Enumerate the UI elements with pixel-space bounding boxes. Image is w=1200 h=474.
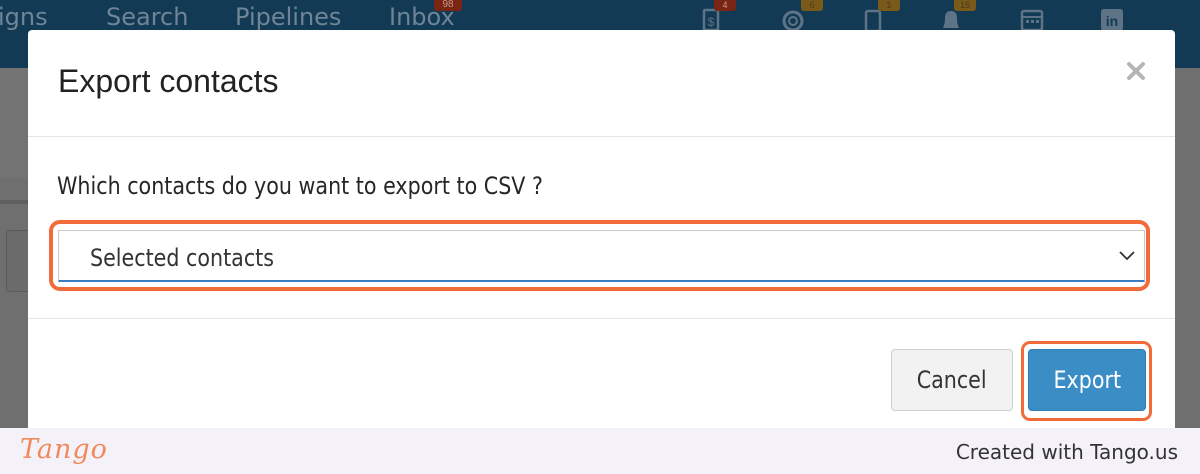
background-divider <box>0 200 28 204</box>
cancel-button[interactable]: Cancel <box>891 349 1013 411</box>
background-right-panel <box>1175 68 1200 428</box>
nav-link-campaigns[interactable]: igns <box>0 2 48 32</box>
dialog-body: Which contacts do you want to export to … <box>28 137 1175 319</box>
contacts-scope-select[interactable]: Selected contacts <box>58 230 1145 282</box>
linkedin-icon[interactable]: in <box>1099 6 1125 32</box>
dialog-title: Export contacts <box>58 63 279 99</box>
svg-text:in: in <box>1106 13 1118 29</box>
tango-footer: Tango Created with Tango.us <box>0 428 1200 474</box>
chevron-down-icon <box>1118 247 1136 265</box>
inbox-count-badge: 98 <box>434 0 462 11</box>
tango-credit: Created with Tango.us <box>955 440 1178 464</box>
tango-logo: Tango <box>20 434 108 465</box>
nav-link-search[interactable]: Search <box>106 2 188 32</box>
background-input <box>6 230 29 292</box>
billing-badge: 4 <box>714 0 736 11</box>
cancel-button-label: Cancel <box>917 366 987 394</box>
svg-text:$: $ <box>708 15 715 29</box>
export-question-label: Which contacts do you want to export to … <box>57 172 543 200</box>
export-contacts-dialog: Export contacts Which contacts do you wa… <box>28 30 1175 440</box>
calendar-icon[interactable] <box>1019 6 1045 32</box>
export-button-label: Export <box>1053 366 1121 394</box>
select-value: Selected contacts <box>90 244 275 272</box>
export-button[interactable]: Export <box>1028 349 1146 411</box>
dialog-footer: Cancel Export <box>28 318 1175 441</box>
close-icon[interactable] <box>1123 58 1149 84</box>
tasks-badge: 1 <box>878 0 900 11</box>
background-panel <box>0 68 28 178</box>
dialog-header: Export contacts <box>28 30 1175 137</box>
nav-link-pipelines[interactable]: Pipelines <box>235 2 341 32</box>
notifications-badge: 15 <box>954 0 976 11</box>
support-badge: 6 <box>801 0 823 11</box>
